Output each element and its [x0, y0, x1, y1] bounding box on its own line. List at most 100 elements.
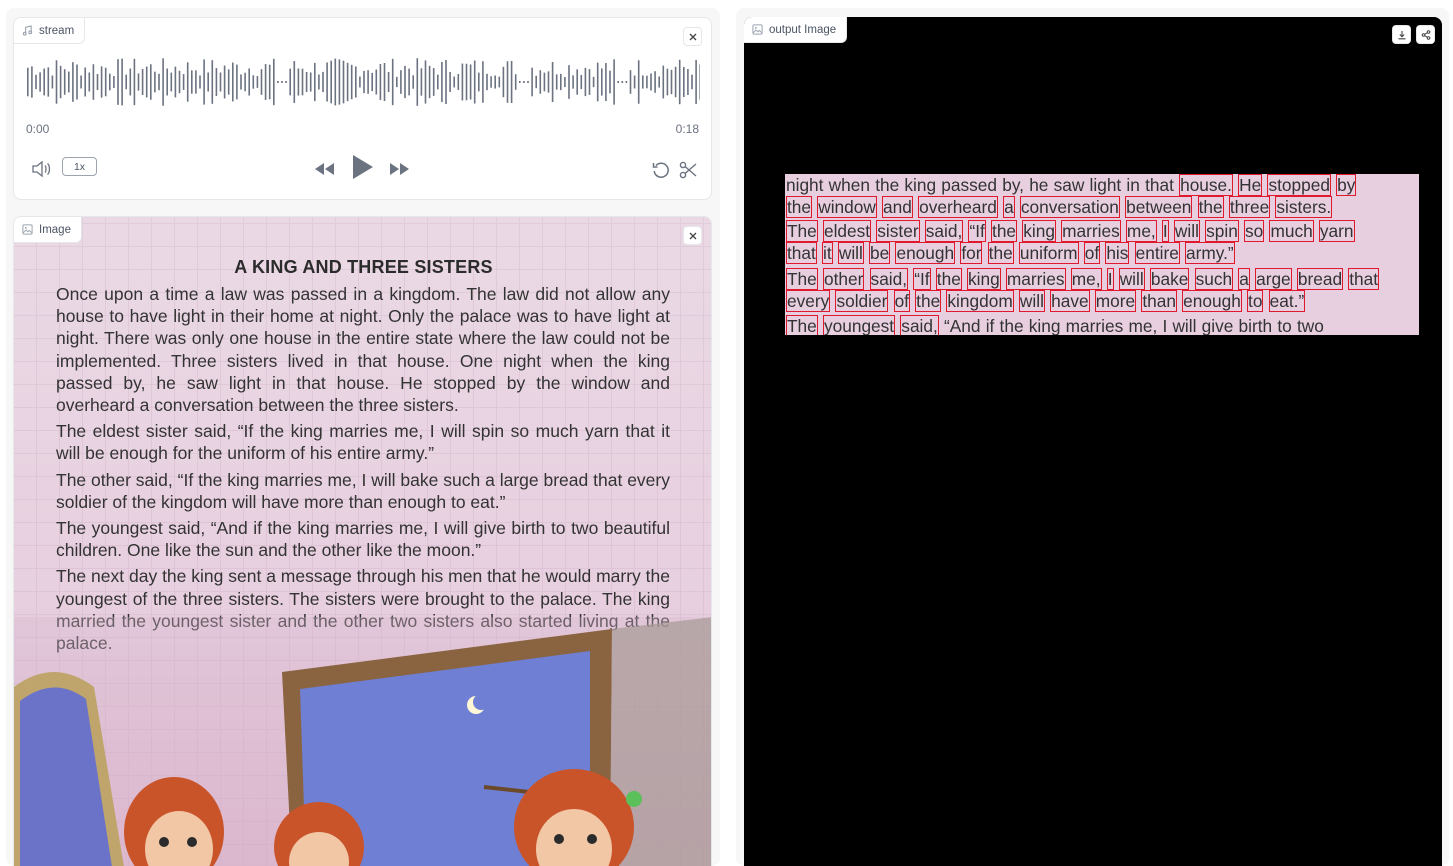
waveform-bar: [592, 76, 595, 88]
story-title: A KING AND THREE SISTERS: [234, 257, 493, 277]
waveform[interactable]: [26, 56, 700, 108]
waveform-bar: [404, 65, 406, 99]
waveform-bar: [305, 71, 308, 93]
waveform-bar: [129, 68, 132, 96]
ocr-line: The eldest sister said, “If the king marries me,…: [786, 220, 1360, 242]
waveform-bar: [92, 64, 95, 100]
waveform-bar: [301, 68, 304, 96]
waveform-bar: [387, 71, 390, 93]
waveform-bar: [609, 70, 611, 94]
ocr-word-box: other: [822, 268, 865, 290]
ocr-word: when: [828, 175, 870, 195]
rewind-button[interactable]: [312, 156, 336, 182]
waveform-bar: [584, 67, 587, 97]
waveform-bar: [117, 59, 119, 105]
play-button[interactable]: [350, 152, 374, 182]
waveform-bar: [355, 66, 357, 98]
waveform-bar: [154, 71, 156, 93]
waveform-bar: [654, 71, 656, 93]
ocr-word-box: He: [1238, 174, 1263, 196]
waveform-bar: [223, 65, 226, 99]
ocr-word-box: the: [915, 290, 942, 312]
waveform-bar: [555, 74, 558, 90]
ocr-word-box: three: [1228, 196, 1271, 218]
waveform-bar: [642, 75, 644, 89]
ocr-word: marries: [1065, 316, 1124, 335]
waveform-bar: [330, 60, 332, 104]
waveform-bar: [375, 69, 378, 95]
ocr-word-box: and: [882, 196, 913, 218]
ocr-word-box: window: [817, 196, 877, 218]
waveform-bar: [252, 75, 255, 89]
ocr-word-box: yarn: [1318, 220, 1355, 242]
image-label-text: Image: [39, 223, 71, 236]
waveform-bar: [158, 73, 160, 91]
waveform-bar: [31, 66, 33, 98]
waveform-bar: [363, 70, 365, 94]
ocr-word: the: [875, 175, 900, 195]
playback-rate-button[interactable]: 1x: [62, 157, 97, 176]
waveform-bar: [453, 76, 455, 88]
reset-button[interactable]: [651, 157, 671, 183]
download-button[interactable]: [1392, 25, 1411, 44]
waveform-bar: [461, 63, 464, 101]
waveform-bar: [445, 59, 447, 105]
waveform-bar: [39, 72, 41, 92]
ocr-word-box: spin: [1205, 220, 1239, 242]
ocr-word-box: of: [893, 290, 910, 312]
story-paragraph: The other said, “If the king marries me,…: [56, 469, 670, 512]
clear-image-button[interactable]: [683, 226, 702, 245]
ocr-word-box: between: [1125, 196, 1193, 218]
waveform-bar: [658, 76, 660, 88]
music-icon: [22, 25, 33, 36]
waveform-bar: [478, 72, 480, 92]
ocr-word: two: [1296, 316, 1324, 335]
share-button[interactable]: [1416, 25, 1435, 44]
waveform-bar: [687, 68, 689, 96]
waveform-bar: [309, 72, 312, 92]
waveform-bar: [678, 59, 681, 105]
waveform-bar: [232, 62, 234, 102]
waveform-bar: [502, 66, 505, 98]
ocr-word-box: soldier: [835, 290, 889, 312]
ocr-word: night: [786, 175, 824, 195]
waveform-bar: [457, 74, 460, 90]
waveform-bar: [273, 58, 275, 106]
volume-button[interactable]: [30, 156, 54, 182]
ocr-word-box: “If: [913, 268, 931, 290]
ocr-word-box: eldest: [822, 220, 872, 242]
fast-forward-button[interactable]: [388, 156, 412, 182]
ocr-word: birth: [1238, 316, 1273, 335]
waveform-bar: [633, 75, 636, 89]
ocr-word-box: than: [1141, 290, 1177, 312]
ocr-word: “And: [944, 316, 981, 335]
waveform-bar: [510, 60, 513, 104]
waveform-bar: [547, 71, 550, 93]
waveform-bar: [560, 73, 562, 91]
waveform-bar: [637, 60, 640, 104]
story-paragraph: The eldest sister said, “If the king mar…: [56, 421, 670, 464]
ocr-word-box: I: [1161, 220, 1169, 242]
output-label: output Image: [744, 17, 848, 43]
waveform-bar: [350, 64, 353, 100]
ocr-word-box: me,: [1125, 220, 1157, 242]
waveform-bar: [314, 62, 316, 102]
waveform-bar: [531, 67, 533, 97]
waveform-bar: [334, 58, 337, 106]
waveform-bar: [494, 75, 496, 89]
ocr-word: to: [1277, 316, 1292, 335]
waveform-bar: [683, 66, 685, 98]
waveform-bar: [596, 62, 599, 102]
clear-audio-button[interactable]: [683, 27, 702, 46]
waveform-bar: [113, 76, 115, 88]
ocr-word-box: by: [1336, 174, 1357, 196]
volume-icon: [32, 160, 51, 178]
waveform-bar: [248, 68, 250, 96]
ocr-word: will: [1172, 316, 1197, 335]
waveform-bar: [473, 60, 476, 104]
image-icon: [752, 24, 763, 35]
ocr-word: I: [1162, 316, 1168, 335]
trim-button[interactable]: [678, 157, 698, 183]
ocr-word-box: entire: [1134, 242, 1180, 264]
waveform-bar: [605, 62, 607, 102]
